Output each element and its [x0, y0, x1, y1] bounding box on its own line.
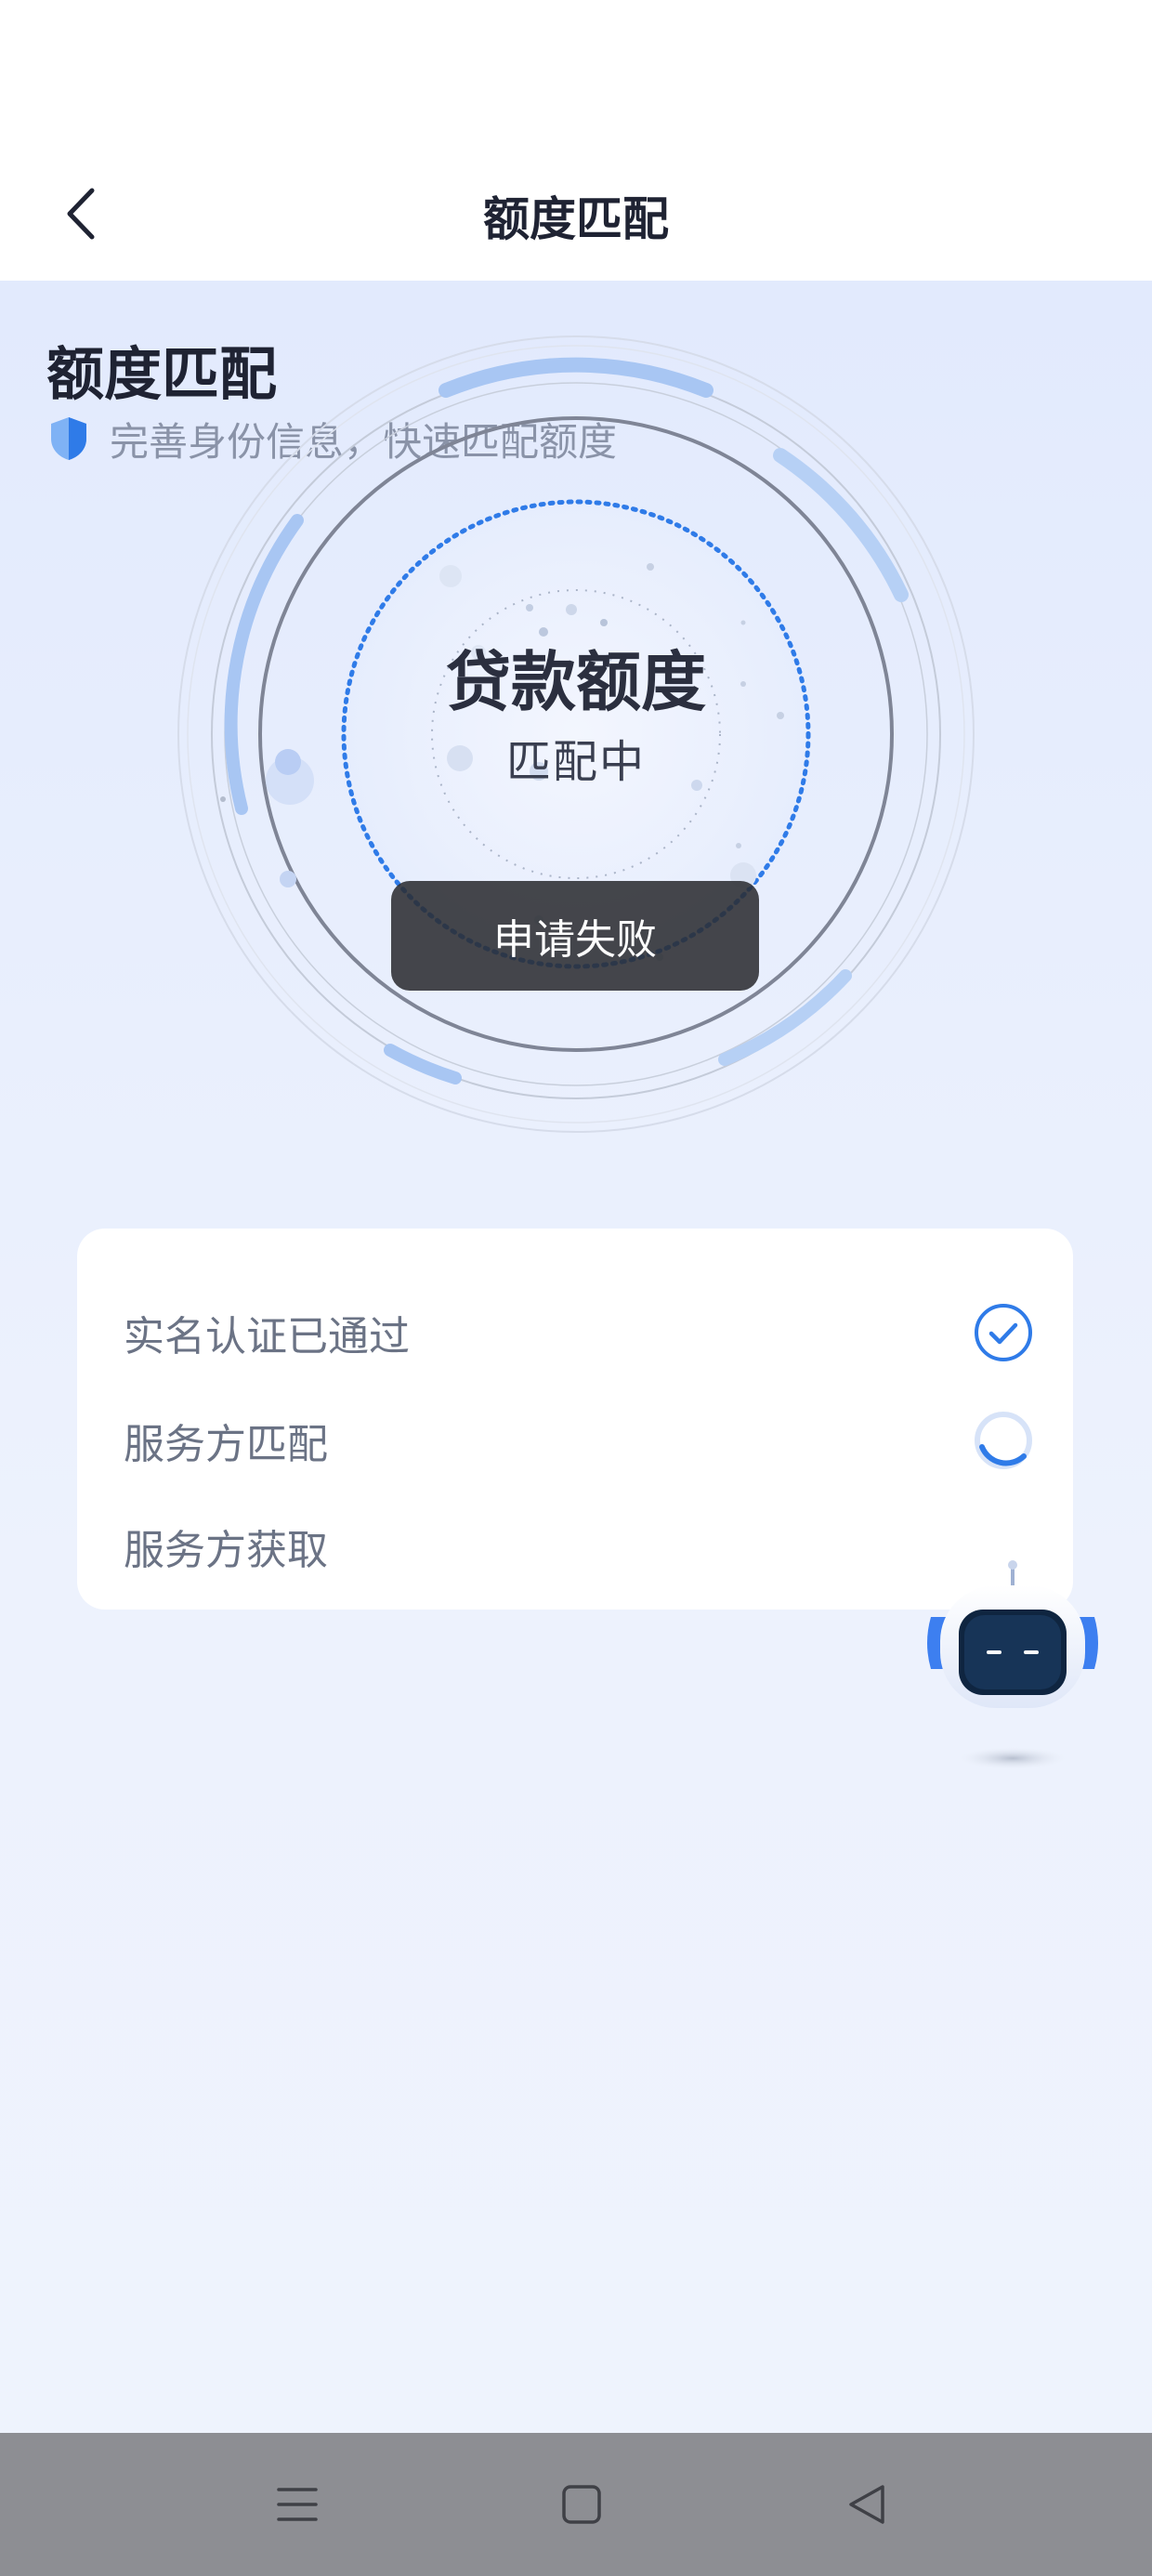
home-square-icon [562, 2485, 601, 2524]
step-item-provider-match: 服务方匹配 [124, 1403, 1034, 1478]
loan-amount-title: 贷款额度 [446, 644, 706, 720]
app-header: 额度匹配 [0, 0, 1152, 281]
spinner-icon [975, 1412, 1032, 1469]
matching-status: 匹配中 [505, 736, 646, 788]
back-triangle-icon [849, 2485, 884, 2524]
check-circle-icon [975, 1304, 1032, 1361]
step-label: 服务方匹配 [124, 1421, 328, 1468]
toast-message: 申请失败 [493, 916, 657, 964]
system-navigation-bar [0, 2433, 1152, 2576]
step-label: 服务方获取 [124, 1527, 328, 1574]
step-label: 实名认证已通过 [124, 1313, 410, 1360]
shield-icon [51, 417, 86, 460]
menu-icon [277, 2488, 318, 2521]
step-item-provider-fetch: 服务方获取 [124, 1509, 1034, 1584]
robot-icon[interactable] [920, 1550, 1106, 1773]
system-back-button[interactable] [825, 2472, 909, 2537]
home-button[interactable] [540, 2472, 623, 2537]
step-item-identity: 实名认证已通过 [124, 1295, 1034, 1370]
error-toast: 申请失败 [391, 881, 759, 991]
page-title: 额度匹配 [483, 192, 669, 246]
recent-apps-button[interactable] [255, 2472, 339, 2537]
